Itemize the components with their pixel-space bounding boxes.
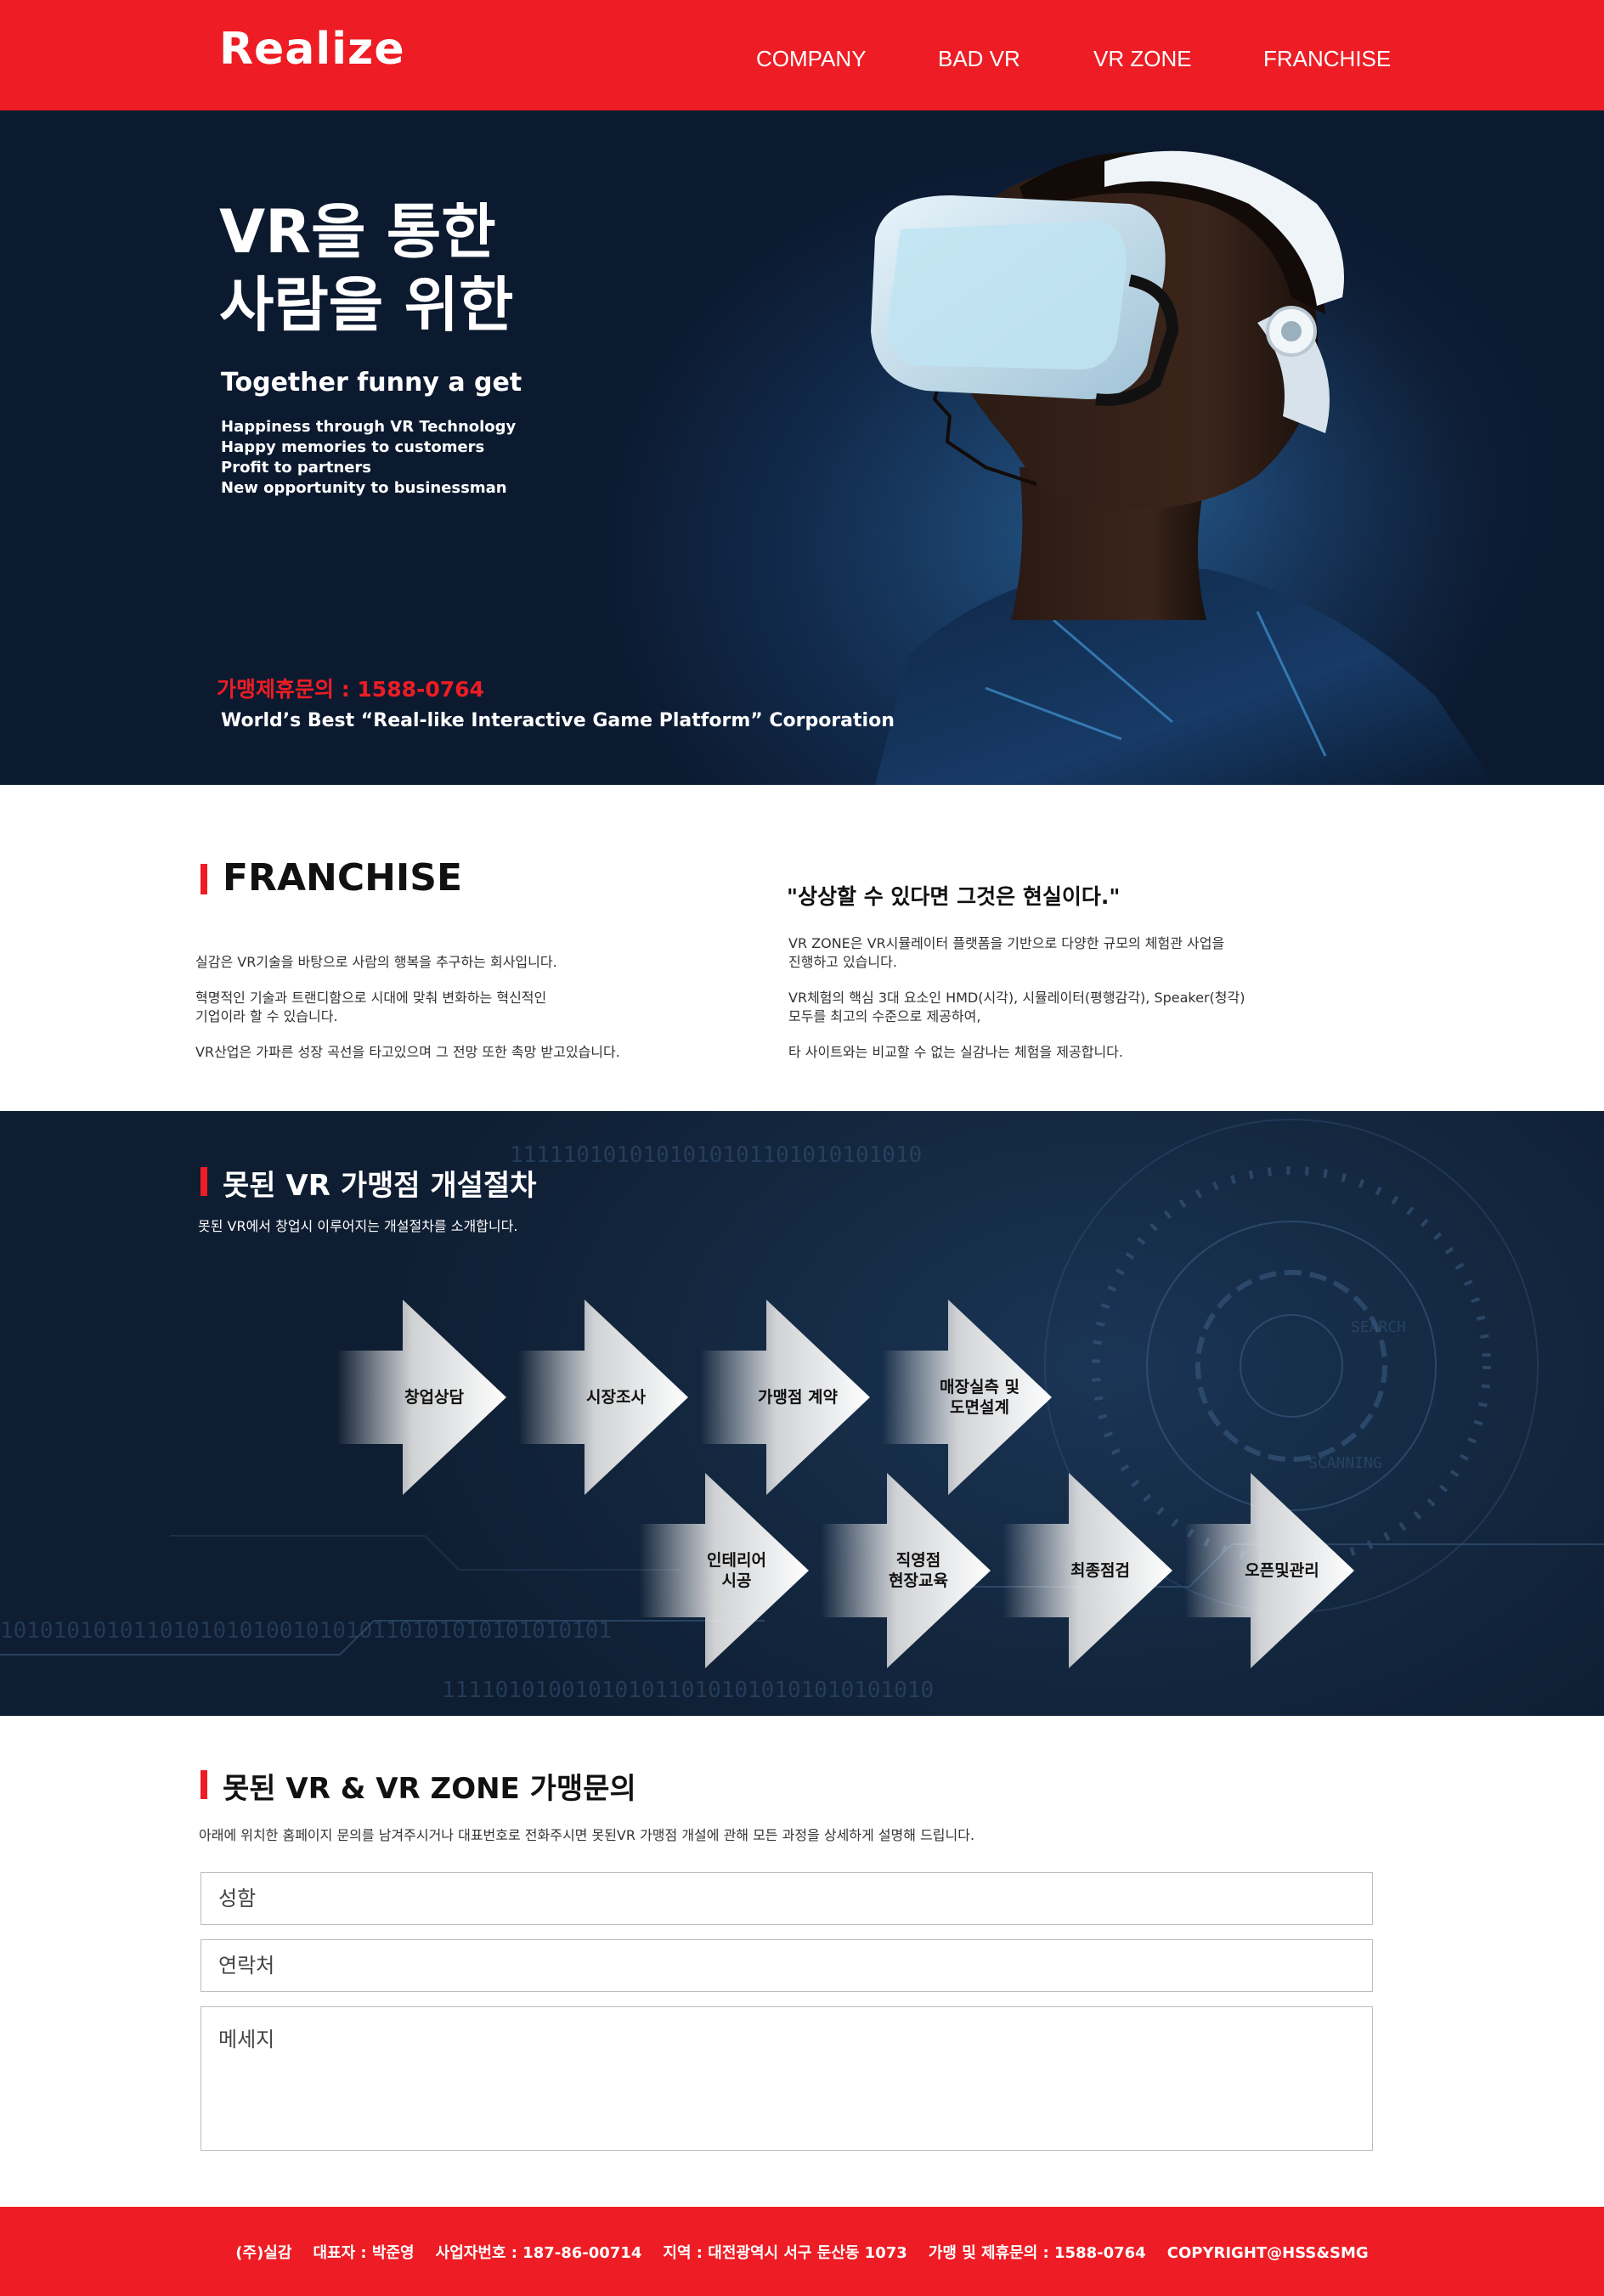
hero-banner: VR을 통한 사람을 위한 Together funny a get Happi…	[0, 110, 1604, 785]
section-marker	[200, 864, 207, 894]
hero-title: VR을 통한 사람을 위한	[219, 195, 513, 341]
vrzone-paragraph: 타 사이트와는 비교할 수 없는 실감나는 체험을 제공합니다.	[788, 1044, 1123, 1060]
logo[interactable]: Realize	[219, 24, 405, 75]
vrzone-paragraph: 진행하고 있습니다.	[788, 954, 897, 970]
phone-input[interactable]	[200, 1939, 1373, 1992]
svg-text:111101010010101011010101010101: 1111010100101010110101010101010101010	[442, 1678, 934, 1703]
franchise-paragraph: 실감은 VR기술을 바탕으로 사람의 행복을 추구하는 회사입니다.	[195, 954, 557, 970]
process-step-arrow: 가맹점 계약	[700, 1300, 878, 1495]
process-step-arrow: 오픈및관리	[1184, 1473, 1363, 1668]
process-title: 못된 VR 가맹점 개설절차	[223, 1169, 537, 1203]
vr-headset-person-image	[731, 110, 1604, 785]
step-label: 가맹점 계약	[757, 1388, 838, 1407]
franchise-paragraph: 혁명적인 기술과 트랜디함으로 시대에 맞춰 변화하는 혁신적인	[195, 990, 547, 1006]
franchise-paragraph: 기업이라 할 수 있습니다.	[195, 1008, 338, 1024]
nav-bad-vr[interactable]: BAD VR	[938, 46, 1020, 72]
section-marker	[200, 1167, 207, 1196]
process-step-arrow: 최종점검	[1002, 1473, 1181, 1668]
svg-text:111110101010101010110101010101: 1111101010101010101101010101010	[510, 1142, 922, 1168]
nav-franchise[interactable]: FRANCHISE	[1263, 46, 1391, 72]
hero-line: Profit to partners	[221, 459, 372, 477]
vrzone-paragraph: VR체험의 핵심 3대 요소인 HMD(시각), 시뮬레이터(평행감각), Sp…	[788, 990, 1245, 1006]
franchise-paragraph: VR산업은 가파른 성장 곡선을 타고있으며 그 전망 또한 촉망 받고있습니다…	[195, 1044, 620, 1060]
step-label: 매장실측 및	[939, 1378, 1019, 1396]
step-label: 시장조사	[586, 1388, 646, 1407]
process-step-arrow: 인테리어 시공	[639, 1473, 817, 1668]
contact-description: 아래에 위치한 홈페이지 문의를 남겨주시거나 대표번호로 전화주시면 못된VR…	[199, 1827, 975, 1843]
opening-process-section: 1111101010101010101101010101010 10101010…	[0, 1111, 1604, 1716]
footer-company-info: (주)실감 대표자 : 박준영 사업자번호 : 187-86-00714 지역 …	[235, 2244, 1369, 2262]
process-step-arrow: 창업상담	[336, 1300, 515, 1495]
franchise-quote: "상상할 수 있다면 그것은 현실이다."	[787, 884, 1121, 909]
vrzone-paragraph: VR ZONE은 VR시뮬레이터 플랫폼을 기반으로 다양한 규모의 체험관 사…	[788, 935, 1225, 951]
name-input[interactable]	[200, 1872, 1373, 1925]
svg-text:101010101011010101010010101011: 1010101010110101010100101010110101010101…	[0, 1618, 612, 1644]
hero-line: Happiness through VR Technology	[221, 418, 517, 436]
top-nav-bar: Realize COMPANY BAD VR VR ZONE FRANCHISE	[0, 0, 1604, 110]
hero-franchise-phone: 가맹제휴문의 : 1588-0764	[217, 677, 484, 702]
process-step-arrow: 매장실측 및 도면설계	[882, 1300, 1060, 1495]
step-label: 창업상담	[404, 1388, 464, 1407]
nav-company[interactable]: COMPANY	[756, 46, 867, 72]
step-label: 최종점검	[1070, 1561, 1130, 1580]
step-label: 도면설계	[950, 1398, 1009, 1417]
section-marker	[200, 1770, 207, 1799]
step-label: 직영점	[895, 1551, 941, 1570]
message-textarea[interactable]	[200, 2006, 1373, 2151]
step-label: 시공	[721, 1571, 752, 1590]
nav-vr-zone[interactable]: VR ZONE	[1093, 46, 1192, 72]
hero-title-line1: VR을 통한	[219, 197, 496, 267]
hero-corporation-slogan: World’s Best “Real-like Interactive Game…	[221, 710, 895, 731]
hero-title-line2: 사람을 위한	[219, 270, 514, 340]
svg-text:SEARCH: SEARCH	[1351, 1318, 1406, 1336]
step-label: 인테리어	[707, 1551, 766, 1570]
vrzone-paragraph: 모두를 최고의 수준으로 제공하여,	[788, 1008, 981, 1024]
contact-title: 못된 VR & VR ZONE 가맹문의	[223, 1772, 636, 1806]
franchise-title: FRANCHISE	[223, 856, 463, 900]
step-label: 현장교육	[889, 1571, 948, 1590]
hero-tagline: Together funny a get	[221, 368, 522, 398]
process-step-arrow: 시장조사	[518, 1300, 697, 1495]
step-label: 오픈및관리	[1245, 1561, 1319, 1580]
process-subtitle: 못된 VR에서 창업시 이루어지는 개설절차를 소개합니다.	[198, 1218, 518, 1234]
svg-text:SCANNING: SCANNING	[1308, 1454, 1382, 1472]
process-step-arrow: 직영점 현장교육	[821, 1473, 999, 1668]
hero-line: Happy memories to customers	[221, 438, 485, 456]
hero-line: New opportunity to businessman	[221, 479, 507, 497]
footer: (주)실감 대표자 : 박준영 사업자번호 : 187-86-00714 지역 …	[0, 2207, 1604, 2296]
